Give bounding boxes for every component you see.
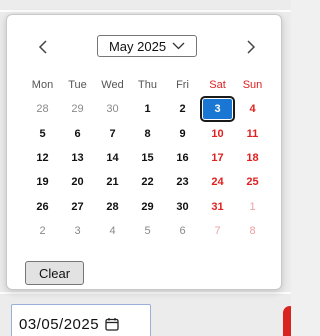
day-cell[interactable]: 30	[95, 99, 130, 119]
day-cell[interactable]: 3	[60, 221, 95, 241]
day-cell[interactable]: 26	[25, 197, 60, 217]
day-cell[interactable]: 2	[25, 221, 60, 241]
prev-month-button[interactable]	[33, 37, 53, 57]
day-cell[interactable]: 16	[165, 148, 200, 168]
weekday-label: Wed	[101, 79, 124, 92]
day-cell[interactable]: 14	[95, 148, 130, 168]
month-label: May 2025	[108, 38, 167, 54]
day-cell[interactable]: 20	[60, 172, 95, 192]
day-cell[interactable]: 2	[165, 99, 200, 119]
day-cell[interactable]: 25	[235, 172, 270, 192]
day-cell[interactable]: 28	[25, 99, 60, 119]
day-cell[interactable]: 15	[130, 148, 165, 168]
page: May 2025 Mon Tue Wed Thu Fri Sat Sun 28 29 30 1 2 3…	[0, 0, 291, 336]
day-cell[interactable]: 23	[165, 172, 200, 192]
weekday-label: Tue	[68, 79, 87, 92]
day-cell[interactable]: 10	[200, 124, 235, 144]
day-cell[interactable]: 18	[235, 148, 270, 168]
clear-button[interactable]: Clear	[25, 261, 84, 285]
day-cell[interactable]: 11	[235, 124, 270, 144]
day-cell[interactable]: 21	[95, 172, 130, 192]
day-cell[interactable]: 29	[60, 99, 95, 119]
day-cell[interactable]: 13	[60, 148, 95, 168]
day-cell[interactable]: 1	[235, 197, 270, 217]
calendar-grid: Mon Tue Wed Thu Fri Sat Sun 28 29 30 1 2 3 4 5 6 7 8 9 10 1…	[25, 73, 271, 243]
background-line	[0, 292, 291, 294]
partial-red-element	[283, 306, 291, 336]
day-cell[interactable]: 5	[130, 221, 165, 241]
day-cell[interactable]: 24	[200, 172, 235, 192]
day-cell[interactable]: 19	[25, 172, 60, 192]
weekday-label: Thu	[138, 79, 157, 92]
date-value: 03/05/2025	[19, 315, 100, 333]
day-cell[interactable]: 8	[235, 221, 270, 241]
day-cell[interactable]: 22	[130, 172, 165, 192]
weekday-label: Mon	[31, 79, 54, 92]
chevron-down-icon	[172, 42, 185, 50]
day-cell[interactable]: 1	[130, 99, 165, 119]
day-cell[interactable]: 4	[235, 99, 270, 119]
day-cell[interactable]: 6	[60, 124, 95, 144]
date-input[interactable]: 03/05/2025	[11, 304, 151, 336]
calendar-icon[interactable]	[105, 317, 119, 331]
day-cell[interactable]: 5	[25, 124, 60, 144]
week-row: 5 6 7 8 9 10 11	[25, 122, 271, 146]
weekday-label: Sun	[242, 79, 263, 92]
day-cell[interactable]: 27	[60, 197, 95, 217]
day-cell[interactable]: 29	[130, 197, 165, 217]
week-row: 19 20 21 22 23 24 25	[25, 170, 271, 194]
next-month-button[interactable]	[241, 37, 261, 57]
day-cell[interactable]: 7	[200, 221, 235, 241]
week-row: 28 29 30 1 2 3 4	[25, 96, 271, 123]
day-cell[interactable]: 12	[25, 148, 60, 168]
day-cell[interactable]: 6	[165, 221, 200, 241]
day-cell[interactable]: 28	[95, 197, 130, 217]
background-line	[0, 10, 291, 12]
day-cell[interactable]: 4	[95, 221, 130, 241]
day-cell[interactable]: 31	[200, 197, 235, 217]
week-row: 2345678	[25, 219, 271, 243]
chevron-right-icon	[247, 40, 256, 54]
selected-day-cell[interactable]: 3	[200, 96, 235, 123]
day-cell[interactable]: 30	[165, 197, 200, 217]
day-cell[interactable]: 9	[165, 124, 200, 144]
week-row: 12 13 14 15 16 17 18	[25, 146, 271, 170]
week-row: 26 27 28 29 30 31 1	[25, 194, 271, 218]
weekday-label: Fri	[176, 79, 189, 92]
weekday-label: Sat	[209, 79, 226, 92]
day-cell[interactable]: 17	[200, 148, 235, 168]
chevron-left-icon	[38, 40, 47, 54]
datepicker-popup: May 2025 Mon Tue Wed Thu Fri Sat Sun 28 29 30 1 2 3…	[6, 14, 282, 290]
weekday-header-row: Mon Tue Wed Thu Fri Sat Sun	[25, 73, 271, 97]
day-cell[interactable]: 8	[130, 124, 165, 144]
month-select[interactable]: May 2025	[97, 35, 197, 57]
day-cell[interactable]: 7	[95, 124, 130, 144]
